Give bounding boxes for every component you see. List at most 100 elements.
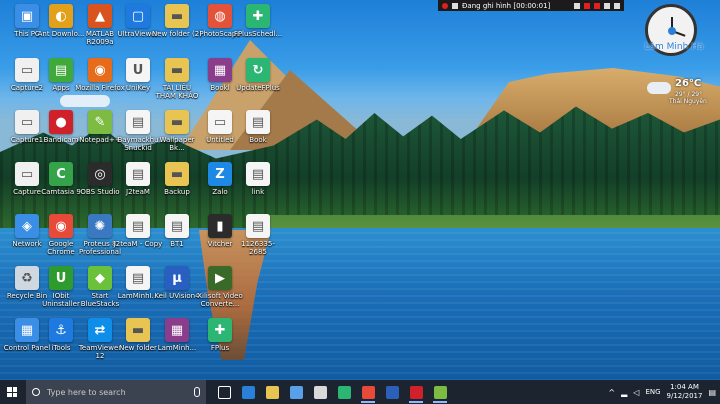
wallpaper-cloud [60,95,110,107]
taskbar-app-mail[interactable] [310,381,330,403]
photoscape-icon: ◍ [208,4,232,28]
desktop-icon[interactable]: ↻ UpdateFPlus [233,58,283,92]
folder-icon: ▬ [165,162,189,186]
desktop-icon[interactable]: ▤ 1126335-2685 [233,214,283,256]
xilisoft-icon: ▶ [208,266,232,290]
chrome-icon: ◉ [49,214,73,238]
system-tray: ^ ▂ ◁ ENG 1:04 AM 9/12/2017 ▤ [608,383,720,401]
document-icon: ▤ [126,214,150,238]
obs-icon: ◎ [88,162,112,186]
taskbar-app-word[interactable] [382,381,402,403]
folder-icon [265,385,279,399]
ant-download-icon: ◐ [49,4,73,28]
keil-icon: μ [165,266,189,290]
zalo-icon: Z [208,162,232,186]
desktop-icon[interactable]: ▤ Book [233,110,283,144]
document-icon: ▤ [126,162,150,186]
camera-icon[interactable] [452,2,458,9]
language-indicator[interactable]: ENG [645,388,660,396]
fplus-icon: ✚ [246,4,270,28]
desktop-icon-label: UpdateFPlus [236,84,280,92]
weather-range: 29° / 29° [675,91,703,98]
desktop-icon-label: Xilisoft Video Converte... [197,292,243,308]
weather-temperature: 26°C [675,78,702,89]
bandicam-icon [409,385,423,399]
taskbar-search-box[interactable] [26,380,206,404]
chrome-icon [361,385,375,399]
camtasia-icon: C [49,162,73,186]
clock-gadget-label: Lâm Minh Hà [644,42,704,52]
notification-icon[interactable]: ▤ [708,388,716,397]
taskbar-time: 1:04 AM [670,383,699,391]
close-icon[interactable] [614,2,620,9]
cloud-icon [647,82,671,94]
record-dot-icon [442,2,448,9]
search-icon [32,388,40,396]
document-icon: ▤ [126,266,150,290]
folder-icon: ▬ [165,58,189,82]
mail-icon [313,385,327,399]
desktop-icon[interactable]: ▶ Xilisoft Video Converte... [195,266,245,308]
recording-toolbar: Đang ghi hình [00:00:01] [438,0,624,11]
store-icon [289,385,303,399]
word-icon [385,385,399,399]
chevron-up-icon[interactable]: ^ [608,388,615,397]
unikey-icon: U [126,58,150,82]
taskbar: ^ ▂ ◁ ENG 1:04 AM 9/12/2017 ▤ [0,380,720,404]
desktop-icon-label: Book [249,136,267,144]
document-icon: ▤ [246,110,270,134]
winrar-icon: ▦ [165,318,189,342]
pause-icon[interactable] [594,2,600,9]
stop-icon[interactable] [584,2,590,9]
taskbar-app-store[interactable] [286,381,306,403]
folder-icon: ▬ [165,110,189,134]
teamviewer-icon: ⇄ [88,318,112,342]
microphone-icon[interactable] [194,387,200,397]
document-icon: ▤ [126,110,150,134]
taskbar-app-edge[interactable] [238,381,258,403]
itools-icon: ⚓ [49,318,73,342]
taskbar-app-file-explorer[interactable] [262,381,282,403]
desktop-icon[interactable]: ▤ link [233,162,283,196]
apps-icon: ▤ [49,58,73,82]
volume-icon[interactable]: ◁ [633,388,639,397]
desktop-icon-label: 1126335-2685 [241,240,275,256]
fplus-icon: ✚ [208,318,232,342]
search-input[interactable] [45,386,179,398]
proteus-icon: ✺ [88,214,112,238]
pen-icon[interactable] [574,2,580,9]
taskbar-app-task-view[interactable] [214,381,234,403]
taskbar-app-notepadpp[interactable] [430,381,450,403]
windows-logo-icon [7,387,17,397]
matlab-icon: ▲ [88,4,112,28]
firefox-icon: ◉ [88,58,112,82]
network-tray-icon[interactable]: ▂ [621,388,627,397]
desktop-icon[interactable]: ✚ FPlusSchedl... [233,4,283,38]
taskbar-app-fplus[interactable] [334,381,354,403]
bluestacks-icon: ◆ [88,266,112,290]
document-icon: ▮ [208,214,232,238]
start-button[interactable] [0,380,24,404]
desktop-icon[interactable]: ✚ FPlus [195,318,245,352]
document-icon: ▤ [246,214,270,238]
taskbar-app-chrome[interactable] [358,381,378,403]
fplus-icon [337,385,351,399]
taskbar-apps [214,380,450,404]
iobit-icon: U [49,266,73,290]
document-icon: ▤ [246,162,270,186]
recording-status: Đang ghi hình [00:00:01] [462,1,551,10]
taskbar-date: 9/12/2017 [666,392,703,400]
screenshot-icon[interactable] [604,2,610,9]
taskbar-clock[interactable]: 1:04 AM 9/12/2017 [667,383,703,401]
weather-city: Thái Nguyên [669,98,707,105]
edge-icon [241,385,255,399]
taskbar-app-bandicam[interactable] [406,381,426,403]
notepadpp-icon [433,385,447,399]
winrar-icon: ▦ [208,58,232,82]
desktop-icon-label: FPlusSchedl... [233,30,283,38]
desktop-icon-label: FPlus [210,344,230,352]
ultraviewer-icon: ▢ [126,4,150,28]
task-view-icon [217,385,231,399]
folder-icon: ▬ [126,318,150,342]
update-icon: ↻ [246,58,270,82]
